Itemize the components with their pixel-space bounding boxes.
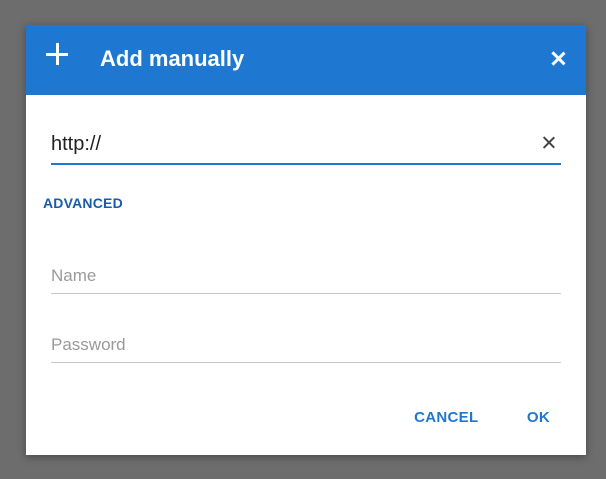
password-field [51,330,561,363]
url-input[interactable] [51,129,521,159]
advanced-toggle[interactable]: ADVANCED [43,195,123,211]
cancel-button[interactable]: CANCEL [414,409,478,426]
ok-button[interactable]: OK [527,409,550,426]
dialog-header: Add manually [26,25,586,95]
dialog-actions: CANCEL OK [414,409,550,433]
url-field [51,129,561,165]
password-input[interactable] [51,330,561,360]
add-manually-dialog: Add manually ADVANCED CANCEL OK [26,25,586,455]
close-icon[interactable] [546,47,570,71]
dialog-title: Add manually [100,46,245,71]
name-input[interactable] [51,261,561,291]
plus-icon [46,43,68,65]
name-field [51,261,561,294]
clear-icon[interactable] [541,135,557,151]
